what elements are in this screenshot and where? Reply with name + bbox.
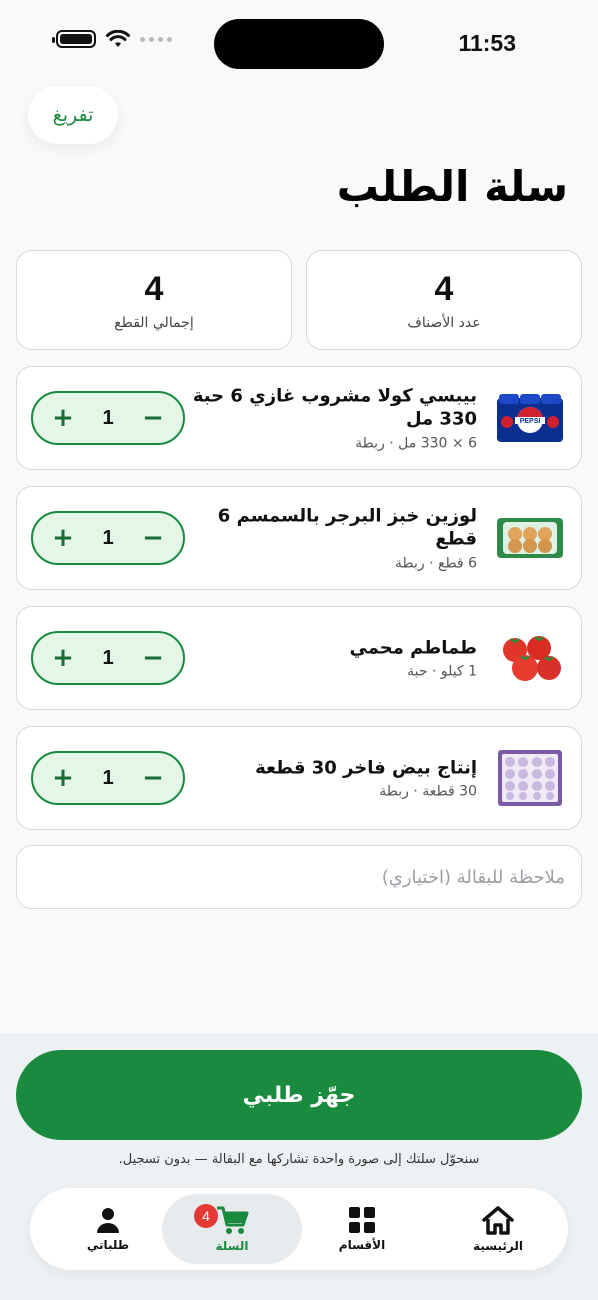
dynamic-island [214,19,384,69]
quantity-stepper: + 1 − [31,391,185,445]
home-icon [482,1206,514,1235]
quantity-value: 1 [102,406,114,429]
item-types-card: 4 عدد الأصناف [306,250,582,350]
cart-item: طماطم محمي 1 كيلو · حبة + 1 − [16,606,582,710]
tab-label: طلباتي [86,1238,130,1252]
tab-label: الرئيسية [473,1239,523,1253]
cart-item: لوزين خبز البرجر بالسمسم 6 قطع 6 قطع · ر… [16,486,582,590]
item-name: طماطم محمي [349,637,477,659]
signal-icon [140,36,172,42]
tab-label: الأقسام [338,1238,386,1252]
grocery-note-field [16,845,582,909]
decrease-button[interactable]: − [141,765,165,791]
checkout-hint: سنحوّل سلتك إلى صورة واحدة تشاركها مع ال… [118,1152,480,1167]
cart-icon [217,1206,249,1234]
item-details: 30 قطعة · ربطة [379,783,477,800]
cart-item: PEPSI بيبسي كولا مشروب غازي 6 حبة 330 مل… [16,366,582,470]
status-time: 11:53 [458,30,516,56]
item-types-value: 4 [434,269,454,308]
total-pieces-value: 4 [144,269,164,308]
quantity-stepper: + 1 − [31,511,185,565]
egg-tray-icon [495,746,565,810]
item-details: 6 قطع · ربطة [395,555,477,572]
increase-button[interactable]: + [51,405,75,431]
decrease-button[interactable]: − [141,405,165,431]
cart-stats: 4 إجمالي القطع 4 عدد الأصناف [16,250,582,350]
total-pieces-label: إجمالي القطع [114,314,194,331]
burger-buns-icon [495,506,565,570]
page-title: سلة الطلب [336,162,568,211]
item-name: لوزين خبز البرجر بالسمسم 6 قطع [217,505,477,550]
total-pieces-card: 4 إجمالي القطع [16,250,292,350]
decrease-button[interactable]: − [141,645,165,671]
clear-cart-button[interactable]: تفريغ [28,86,118,144]
svg-text:PEPSI: PEPSI [520,418,541,425]
prepare-order-button[interactable]: جهّز طلبي [16,1050,582,1140]
grocery-note-input[interactable] [17,846,581,908]
increase-button[interactable]: + [51,645,75,671]
quantity-value: 1 [102,766,114,789]
increase-button[interactable]: + [51,525,75,551]
grid-icon [349,1207,375,1233]
item-types-label: عدد الأصناف [407,314,481,331]
quantity-value: 1 [102,526,114,549]
item-name: إنتاج بيض فاخر 30 قطعة [255,757,477,779]
pepsi-pack-icon: PEPSI [495,386,565,450]
tab-home[interactable]: الرئيسية [428,1194,568,1264]
cart-count-badge: 4 [194,1204,218,1228]
quantity-stepper: + 1 − [31,751,185,805]
tab-label: السلة [215,1239,249,1253]
quantity-stepper: + 1 − [31,631,185,685]
item-name: بيبسي كولا مشروب غازي 6 حبة 330 مل [192,385,477,430]
status-bar: 11:53 [0,0,598,90]
quantity-value: 1 [102,646,114,669]
wifi-icon [106,30,130,47]
person-icon [97,1208,119,1233]
decrease-button[interactable]: − [141,525,165,551]
increase-button[interactable]: + [51,765,75,791]
cart-items-list: PEPSI بيبسي كولا مشروب غازي 6 حبة 330 مل… [16,366,582,846]
tab-cart[interactable]: السلة 4 [162,1194,302,1264]
bottom-tab-bar: طلباتي السلة 4 الأقسام الرئيسية [30,1188,568,1270]
tomatoes-icon [495,626,565,690]
tab-my-orders[interactable]: طلباتي [38,1194,178,1264]
battery-icon [52,30,96,48]
item-details: 1 كيلو · حبة [407,663,477,680]
status-icons [52,30,172,48]
cart-item: إنتاج بيض فاخر 30 قطعة 30 قطعة · ربطة + … [16,726,582,830]
tab-categories[interactable]: الأقسام [292,1194,432,1264]
item-details: 6 × 330 مل · ربطة [355,435,477,452]
